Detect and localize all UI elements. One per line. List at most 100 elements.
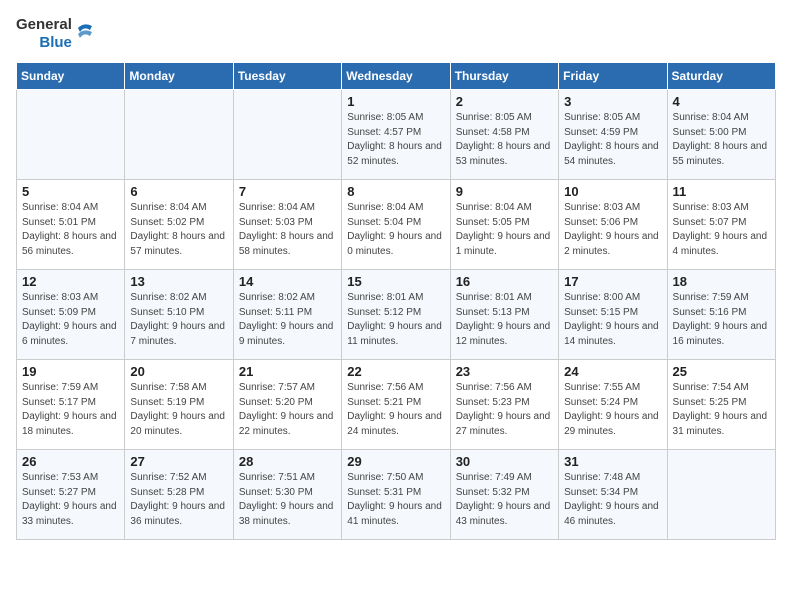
day-number: 19	[22, 364, 119, 379]
calendar-cell: 22 Sunrise: 7:56 AM Sunset: 5:21 PM Dayli…	[342, 360, 450, 450]
weekday-header-friday: Friday	[559, 63, 667, 90]
day-number: 12	[22, 274, 119, 289]
calendar-cell: 2 Sunrise: 8:05 AM Sunset: 4:58 PM Daylig…	[450, 90, 558, 180]
calendar-week-4: 19Sunrise: 7:59 AM Sunset: 5:17 PM Dayli…	[17, 360, 776, 450]
day-detail: Sunrise: 8:04 AM Sunset: 5:02 PM Dayligh…	[130, 201, 227, 259]
calendar-cell: 12 Sunrise: 8:03 AM Sunset: 5:09 PM Dayli…	[17, 270, 125, 360]
calendar-cell: 17 Sunrise: 8:00 AM Sunset: 5:15 PM Dayli…	[559, 270, 667, 360]
day-detail: Sunrise: 8:02 AM Sunset: 5:11 PM Dayligh…	[239, 291, 336, 349]
calendar-cell: 10Sunrise: 8:03 AM Sunset: 5:06 PM Dayli…	[559, 180, 667, 270]
day-number: 24	[564, 364, 661, 379]
calendar-cell: 27 Sunrise: 7:52 AM Sunset: 5:28 PM Dayli…	[125, 450, 233, 540]
day-number: 20	[130, 364, 227, 379]
day-number: 31	[564, 454, 661, 469]
day-detail: Sunrise: 8:01 AM Sunset: 5:13 PM Dayligh…	[456, 291, 553, 349]
day-detail: Sunrise: 8:03 AM Sunset: 5:09 PM Dayligh…	[22, 291, 119, 349]
day-detail: Sunrise: 7:52 AM Sunset: 5:28 PM Dayligh…	[130, 471, 227, 529]
calendar-cell: 5 Sunrise: 8:04 AM Sunset: 5:01 PM Daylig…	[17, 180, 125, 270]
day-detail: Sunrise: 7:51 AM Sunset: 5:30 PM Dayligh…	[239, 471, 336, 529]
calendar-cell: 1 Sunrise: 8:05 AM Sunset: 4:57 PM Daylig…	[342, 90, 450, 180]
calendar-cell: 3 Sunrise: 8:05 AM Sunset: 4:59 PM Daylig…	[559, 90, 667, 180]
weekday-header-row: SundayMondayTuesdayWednesdayThursdayFrid…	[17, 63, 776, 90]
day-detail: Sunrise: 7:57 AM Sunset: 5:20 PM Dayligh…	[239, 381, 336, 439]
weekday-header-thursday: Thursday	[450, 63, 558, 90]
day-number: 1	[347, 94, 444, 109]
day-number: 7	[239, 184, 336, 199]
calendar-week-2: 5 Sunrise: 8:04 AM Sunset: 5:01 PM Daylig…	[17, 180, 776, 270]
calendar-cell: 7 Sunrise: 8:04 AM Sunset: 5:03 PM Daylig…	[233, 180, 341, 270]
day-detail: Sunrise: 8:01 AM Sunset: 5:12 PM Dayligh…	[347, 291, 444, 349]
day-number: 27	[130, 454, 227, 469]
day-number: 29	[347, 454, 444, 469]
day-detail: Sunrise: 8:04 AM Sunset: 5:03 PM Dayligh…	[239, 201, 336, 259]
calendar-cell: 29 Sunrise: 7:50 AM Sunset: 5:31 PM Dayli…	[342, 450, 450, 540]
calendar-cell: 24 Sunrise: 7:55 AM Sunset: 5:24 PM Dayli…	[559, 360, 667, 450]
day-number: 2	[456, 94, 553, 109]
day-detail: Sunrise: 7:59 AM Sunset: 5:16 PM Dayligh…	[673, 291, 770, 349]
logo-container: General Blue	[16, 16, 96, 52]
day-detail: Sunrise: 8:04 AM Sunset: 5:05 PM Dayligh…	[456, 201, 553, 259]
day-number: 21	[239, 364, 336, 379]
day-detail: Sunrise: 7:49 AM Sunset: 5:32 PM Dayligh…	[456, 471, 553, 529]
day-detail: Sunrise: 8:05 AM Sunset: 4:59 PM Dayligh…	[564, 111, 661, 169]
weekday-header-tuesday: Tuesday	[233, 63, 341, 90]
day-number: 13	[130, 274, 227, 289]
logo-blue: Blue	[39, 34, 72, 52]
day-number: 8	[347, 184, 444, 199]
weekday-header-wednesday: Wednesday	[342, 63, 450, 90]
day-detail: Sunrise: 7:54 AM Sunset: 5:25 PM Dayligh…	[673, 381, 770, 439]
calendar-cell: 8 Sunrise: 8:04 AM Sunset: 5:04 PM Daylig…	[342, 180, 450, 270]
calendar-cell: 28 Sunrise: 7:51 AM Sunset: 5:30 PM Dayli…	[233, 450, 341, 540]
calendar-cell: 30 Sunrise: 7:49 AM Sunset: 5:32 PM Dayli…	[450, 450, 558, 540]
day-number: 18	[673, 274, 770, 289]
day-detail: Sunrise: 7:55 AM Sunset: 5:24 PM Dayligh…	[564, 381, 661, 439]
day-number: 5	[22, 184, 119, 199]
day-detail: Sunrise: 8:05 AM Sunset: 4:57 PM Dayligh…	[347, 111, 444, 169]
calendar-cell: 21 Sunrise: 7:57 AM Sunset: 5:20 PM Dayli…	[233, 360, 341, 450]
calendar-cell: 18 Sunrise: 7:59 AM Sunset: 5:16 PM Dayli…	[667, 270, 775, 360]
calendar-cell	[667, 450, 775, 540]
calendar-cell: 31Sunrise: 7:48 AM Sunset: 5:34 PM Dayli…	[559, 450, 667, 540]
calendar-cell	[233, 90, 341, 180]
day-number: 15	[347, 274, 444, 289]
calendar-week-3: 12 Sunrise: 8:03 AM Sunset: 5:09 PM Dayli…	[17, 270, 776, 360]
calendar-cell: 13 Sunrise: 8:02 AM Sunset: 5:10 PM Dayli…	[125, 270, 233, 360]
logo: General Blue	[16, 16, 96, 52]
calendar-table: SundayMondayTuesdayWednesdayThursdayFrid…	[16, 62, 776, 540]
calendar-cell: 20 Sunrise: 7:58 AM Sunset: 5:19 PM Dayli…	[125, 360, 233, 450]
logo-general: General	[16, 16, 72, 34]
calendar-cell: 15 Sunrise: 8:01 AM Sunset: 5:12 PM Dayli…	[342, 270, 450, 360]
weekday-header-sunday: Sunday	[17, 63, 125, 90]
calendar-cell: 16Sunrise: 8:01 AM Sunset: 5:13 PM Dayli…	[450, 270, 558, 360]
day-detail: Sunrise: 8:03 AM Sunset: 5:07 PM Dayligh…	[673, 201, 770, 259]
day-detail: Sunrise: 8:05 AM Sunset: 4:58 PM Dayligh…	[456, 111, 553, 169]
day-detail: Sunrise: 8:00 AM Sunset: 5:15 PM Dayligh…	[564, 291, 661, 349]
day-number: 10	[564, 184, 661, 199]
day-detail: Sunrise: 8:04 AM Sunset: 5:01 PM Dayligh…	[22, 201, 119, 259]
day-detail: Sunrise: 7:53 AM Sunset: 5:27 PM Dayligh…	[22, 471, 119, 529]
day-number: 28	[239, 454, 336, 469]
day-number: 25	[673, 364, 770, 379]
day-number: 22	[347, 364, 444, 379]
day-detail: Sunrise: 7:58 AM Sunset: 5:19 PM Dayligh…	[130, 381, 227, 439]
day-number: 30	[456, 454, 553, 469]
calendar-cell: 11 Sunrise: 8:03 AM Sunset: 5:07 PM Dayli…	[667, 180, 775, 270]
day-number: 14	[239, 274, 336, 289]
calendar-cell: 14 Sunrise: 8:02 AM Sunset: 5:11 PM Dayli…	[233, 270, 341, 360]
calendar-cell: 6Sunrise: 8:04 AM Sunset: 5:02 PM Daylig…	[125, 180, 233, 270]
day-detail: Sunrise: 7:50 AM Sunset: 5:31 PM Dayligh…	[347, 471, 444, 529]
day-detail: Sunrise: 8:04 AM Sunset: 5:04 PM Dayligh…	[347, 201, 444, 259]
calendar-cell	[125, 90, 233, 180]
day-detail: Sunrise: 8:02 AM Sunset: 5:10 PM Dayligh…	[130, 291, 227, 349]
calendar-cell: 9Sunrise: 8:04 AM Sunset: 5:05 PM Daylig…	[450, 180, 558, 270]
calendar-week-5: 26 Sunrise: 7:53 AM Sunset: 5:27 PM Dayli…	[17, 450, 776, 540]
day-number: 17	[564, 274, 661, 289]
day-number: 3	[564, 94, 661, 109]
header: General Blue	[16, 16, 776, 52]
day-number: 11	[673, 184, 770, 199]
day-number: 23	[456, 364, 553, 379]
calendar-cell: 25 Sunrise: 7:54 AM Sunset: 5:25 PM Dayli…	[667, 360, 775, 450]
day-number: 26	[22, 454, 119, 469]
day-detail: Sunrise: 7:56 AM Sunset: 5:21 PM Dayligh…	[347, 381, 444, 439]
day-number: 4	[673, 94, 770, 109]
